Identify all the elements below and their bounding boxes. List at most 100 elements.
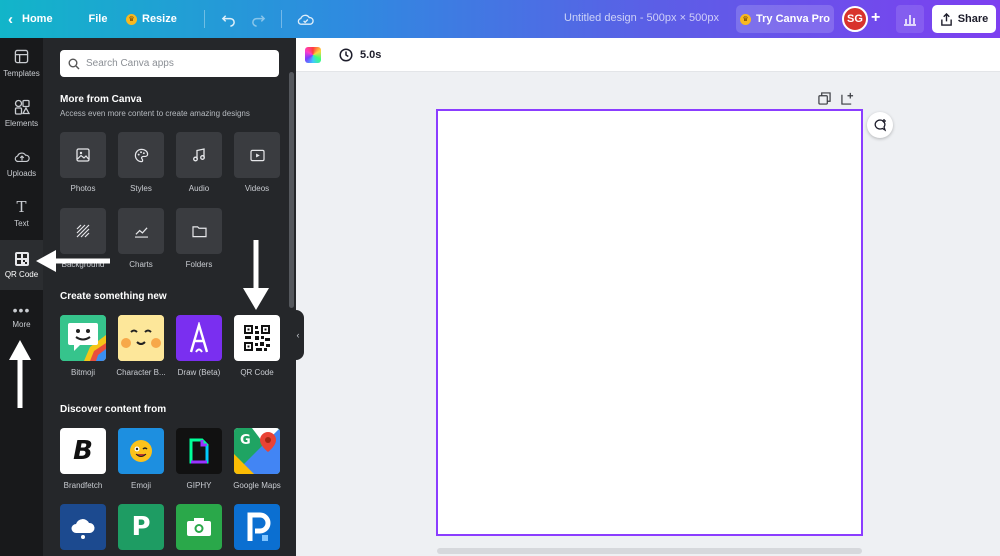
save-status-button[interactable]	[290, 0, 320, 38]
app-tile-label: Emoji	[130, 481, 151, 490]
app-tile-label: Google Maps	[233, 481, 281, 490]
app-tile-audio[interactable]	[176, 132, 222, 178]
clock-icon	[339, 47, 353, 62]
audio-icon	[193, 148, 205, 162]
styles-icon	[134, 148, 148, 162]
search-icon	[68, 58, 80, 69]
arrow-down-annotation	[243, 240, 269, 310]
insights-button[interactable]	[896, 5, 924, 33]
color-picker-button[interactable]	[305, 46, 321, 63]
rail-item-text[interactable]: T Text	[0, 188, 43, 238]
rail-item-elements[interactable]: Elements	[0, 88, 43, 138]
duration-label: 5.0s	[360, 48, 382, 61]
share-icon	[940, 12, 952, 26]
design-canvas[interactable]	[436, 109, 863, 536]
app-tile-brandfetch[interactable]: B	[60, 428, 106, 474]
undo-button[interactable]	[213, 0, 243, 38]
chevron-left-icon: ‹	[8, 10, 13, 28]
collapse-panel-button[interactable]: ‹	[292, 310, 304, 360]
try-canva-pro-button[interactable]: ♛ Try Canva Pro	[736, 5, 834, 33]
app-tile-qr-code[interactable]	[234, 315, 280, 361]
plus-icon: +	[871, 9, 881, 26]
file-menu-button[interactable]: File	[70, 0, 126, 38]
toolbar-divider	[204, 10, 205, 28]
app-tile-giphy[interactable]	[176, 428, 222, 474]
app-tile-label: Videos	[244, 184, 270, 193]
crown-icon: ♛	[126, 13, 137, 25]
photos-icon	[76, 148, 90, 162]
app-tile-photo-app[interactable]	[176, 504, 222, 550]
app-tile-label: Brandfetch	[63, 481, 103, 490]
character-builder-icon	[118, 315, 164, 361]
rail-item-more[interactable]: ••• More	[0, 292, 43, 342]
add-collaborator-button[interactable]: +	[871, 9, 880, 27]
add-comment-button[interactable]	[867, 112, 893, 138]
bar-chart-icon	[904, 14, 916, 26]
app-tile-cloud-app[interactable]	[60, 504, 106, 550]
search-box[interactable]	[60, 50, 279, 77]
app-tile-draw[interactable]	[176, 315, 222, 361]
app-tile-label: Character B...	[116, 368, 166, 377]
duration-button[interactable]: 5.0s	[339, 47, 382, 62]
cloud-check-icon	[297, 14, 314, 25]
top-bar: ‹ Home File ♛ Resize Untitled design - 5…	[0, 0, 1000, 38]
share-button[interactable]: Share	[932, 5, 996, 33]
avatar[interactable]: SG	[842, 6, 868, 32]
p-app-icon: P	[131, 512, 151, 542]
app-tile-pexels[interactable]	[234, 504, 280, 550]
app-tile-label: Photos	[70, 184, 96, 193]
app-tile-folders[interactable]	[176, 208, 222, 254]
home-button[interactable]: ‹ Home	[0, 0, 70, 38]
giphy-icon	[189, 438, 209, 464]
rail-item-label: Text	[14, 218, 29, 228]
more-icon: •••	[12, 301, 31, 318]
rail-item-label: Elements	[4, 118, 39, 128]
search-input[interactable]	[86, 58, 266, 69]
app-tile-photos[interactable]	[60, 132, 106, 178]
app-tile-emoji[interactable]	[118, 428, 164, 474]
panel-scrollbar[interactable]	[289, 72, 294, 308]
resize-button[interactable]: ♛ Resize	[126, 0, 196, 38]
google-maps-icon: G	[234, 428, 280, 474]
background-icon	[76, 224, 90, 238]
uploads-icon	[14, 149, 30, 165]
redo-button[interactable]	[243, 0, 273, 38]
videos-icon	[249, 149, 265, 161]
canvas-scrollbar[interactable]	[437, 548, 862, 554]
app-tile-styles[interactable]	[118, 132, 164, 178]
rail-item-uploads[interactable]: Uploads	[0, 138, 43, 188]
app-tile-label: Audio	[188, 184, 210, 193]
app-tile-charts[interactable]	[118, 208, 164, 254]
add-page-icon[interactable]	[841, 92, 854, 105]
section-title-create: Create something new	[60, 291, 167, 302]
qr-code-icon	[14, 251, 29, 266]
share-label: Share	[957, 13, 989, 25]
qr-code-icon	[244, 325, 270, 351]
app-tile-character-builder[interactable]	[118, 315, 164, 361]
home-label: Home	[22, 13, 53, 25]
crown-icon: ♛	[740, 13, 751, 25]
charts-icon	[134, 226, 148, 238]
arrow-up-annotation	[9, 340, 31, 408]
toolbar-divider	[281, 10, 282, 28]
app-tile-google-maps[interactable]: G	[234, 428, 280, 474]
app-tile-label: GIPHY	[186, 481, 212, 490]
app-tile-bitmoji[interactable]	[60, 315, 106, 361]
photo-app-icon	[187, 518, 211, 536]
elements-icon	[14, 99, 30, 115]
duplicate-page-icon[interactable]	[818, 92, 831, 105]
text-icon: T	[16, 197, 27, 216]
app-tile-label: Styles	[130, 184, 152, 193]
design-title[interactable]: Untitled design - 500px × 500px	[564, 12, 719, 24]
chevron-left-icon: ‹	[296, 330, 300, 340]
pexels-icon	[247, 512, 271, 541]
app-tile-videos[interactable]	[234, 132, 280, 178]
try-pro-label: Try Canva Pro	[756, 13, 830, 25]
resize-label: Resize	[142, 13, 177, 25]
app-tile-label: QR Code	[240, 368, 274, 377]
section-title-more-from-canva: More from Canva	[60, 94, 142, 105]
app-tile-label: Bitmoji	[70, 368, 95, 377]
undo-icon	[221, 14, 235, 27]
rail-item-templates[interactable]: Templates	[0, 38, 43, 88]
app-tile-p-app[interactable]: P	[118, 504, 164, 550]
